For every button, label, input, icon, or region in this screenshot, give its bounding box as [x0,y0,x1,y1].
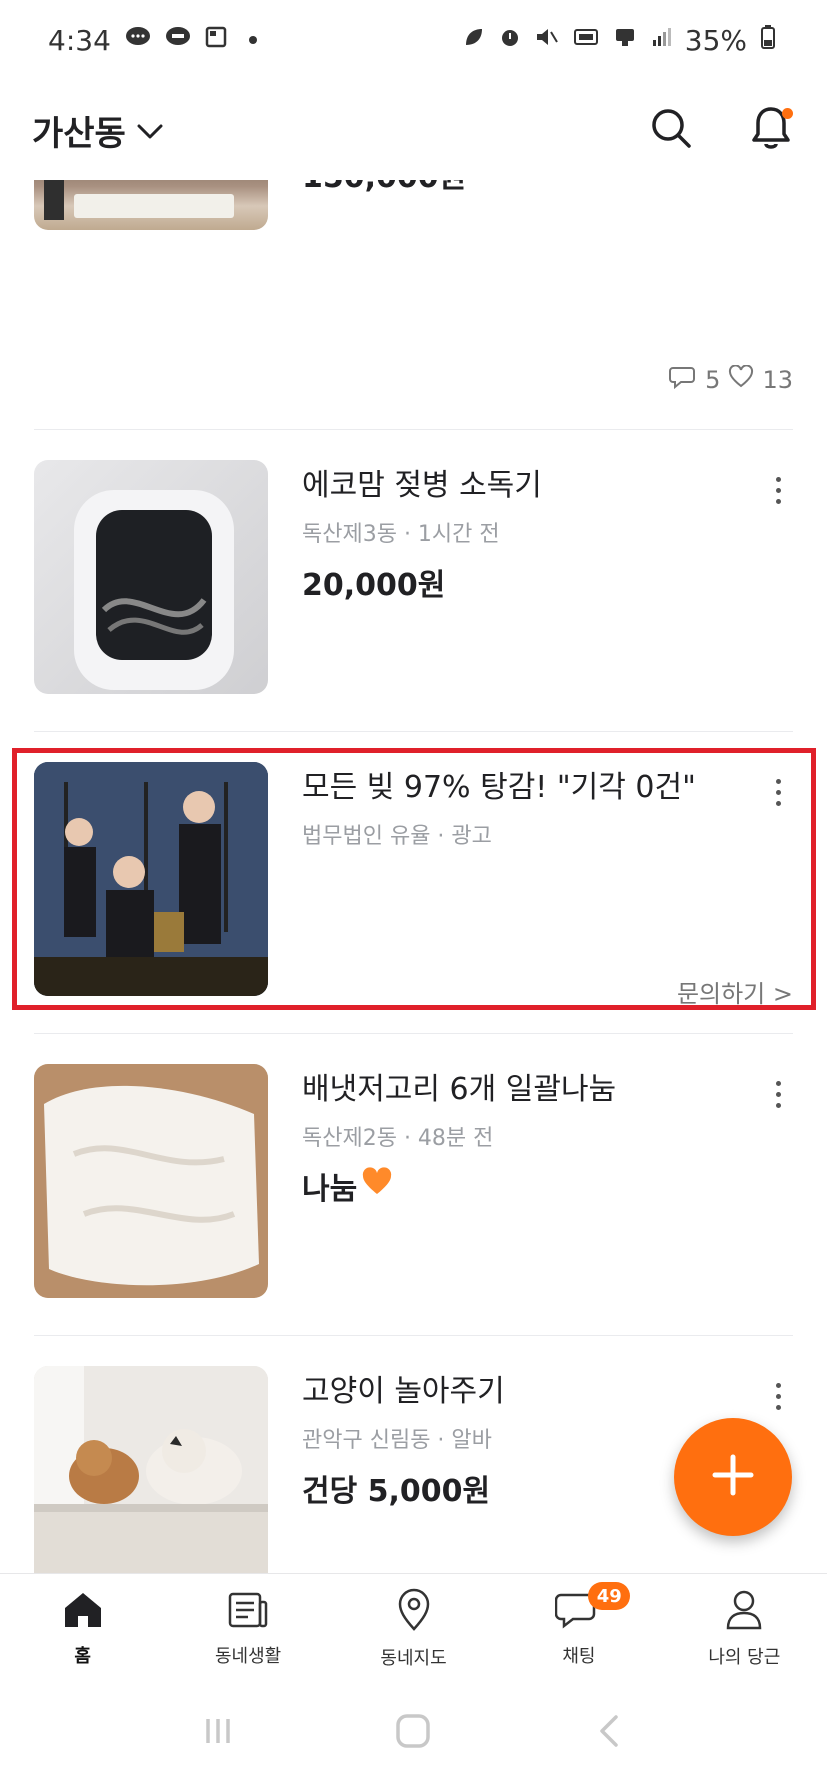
location-label: 가산동 [32,113,126,154]
ad-info: 모든 빚 97% 탕감! "기각 0건" 법무법인 유율 · 광고 문의하기 > [268,762,793,1033]
status-left: 4:34 [48,24,257,57]
status-right: 35% [463,24,775,57]
battery-icon [761,25,775,55]
status-time: 4:34 [48,23,111,57]
item-thumbnail [34,180,268,230]
ad-title: 모든 빚 97% 탕감! "기각 0건" [302,770,696,805]
list-item[interactable]: 배냇저고리 6개 일괄나눔 독산제2동 · 48분 전 나눔 [34,1034,793,1336]
item-title: 고양이 놀아주기 [302,1374,505,1409]
list-item[interactable]: 에코맘 젖병 소독기 독산제3동 · 1시간 전 20,000원 [34,430,793,732]
chevron-down-icon [136,110,164,150]
community-icon [226,1590,270,1634]
nav-chat[interactable]: 49 채팅 [496,1574,661,1683]
item-title: 에코맘 젖병 소독기 [302,468,542,503]
nav-label: 홈 [74,1645,91,1667]
like-count: 13 [762,366,793,394]
plus-icon [711,1453,755,1501]
item-info: 에코맘 젖병 소독기 독산제3동 · 1시간 전 20,000원 [268,460,793,731]
feed-scroll-content: 150,000원 5 13 에코맘 젖병 소독기 [0,180,827,1573]
search-button[interactable] [647,106,695,154]
profile-icon [724,1589,764,1635]
wifi-icon [613,26,637,54]
item-meta: 독산제3동 · 1시간 전 [302,522,500,547]
item-thumbnail [34,1064,268,1298]
message-icon [125,26,151,54]
more-options-button[interactable] [763,1072,793,1116]
notification-badge-dot [782,108,793,119]
home-system-button[interactable] [383,1703,443,1763]
item-info: 150,000원 5 13 [268,180,793,429]
list-item[interactable]: 150,000원 5 13 [34,180,793,430]
item-price-row: 나눔 [302,1164,783,1208]
item-price: 나눔 [302,1172,358,1207]
ad-thumbnail [34,762,268,996]
recents-button[interactable] [188,1703,248,1763]
more-options-button[interactable] [763,1374,793,1418]
notification-dot-icon [248,36,257,44]
nav-label: 채팅 [562,1645,596,1667]
map-pin-icon [394,1588,434,1636]
status-bar: 4:34 35% [0,0,827,80]
gallery-icon [205,26,227,54]
nav-label: 동네지도 [380,1647,447,1669]
signal-icon [651,26,671,54]
item-meta: 독산제2동 · 48분 전 [302,1126,494,1151]
heart-icon [728,364,754,395]
bottom-nav: 홈 동네생활 동네지도 49 채팅 나의 당근 [0,1573,827,1683]
item-thumbnail [34,460,268,694]
lte-icon [573,26,599,54]
ad-meta: 법무법인 유율 · 광고 [302,824,492,849]
item-stats: 5 13 [669,364,793,395]
nav-profile[interactable]: 나의 당근 [662,1574,827,1683]
item-thumbnail [34,1366,268,1573]
write-post-fab[interactable] [674,1418,792,1536]
notification-button[interactable] [747,106,795,154]
talk-icon [165,26,191,54]
item-price: 150,000원 [302,180,783,196]
chat-bubble-icon [669,365,697,395]
search-icon [649,106,693,154]
more-options-button[interactable] [763,770,793,814]
feed-list[interactable]: 150,000원 5 13 에코맘 젖병 소독기 [0,180,827,1573]
battery-percent: 35% [684,23,747,57]
app-header: 가산동 [0,80,827,180]
recents-icon [200,1713,236,1753]
alarm-icon [499,26,521,54]
back-chevron-icon [594,1711,624,1755]
chat-unread-badge: 49 [588,1582,631,1610]
orange-heart-icon [361,1167,393,1205]
nav-home[interactable]: 홈 [0,1574,165,1683]
nav-map[interactable]: 동네지도 [331,1574,496,1683]
system-nav-bar [0,1683,827,1783]
more-options-button[interactable] [763,468,793,512]
home-square-icon [393,1711,433,1755]
item-info: 배냇저고리 6개 일괄나눔 독산제2동 · 48분 전 나눔 [268,1064,793,1335]
item-title: 배냇저고리 6개 일괄나눔 [302,1072,617,1107]
list-item-ad[interactable]: 모든 빚 97% 탕감! "기각 0건" 법무법인 유율 · 광고 문의하기 > [12,732,816,1034]
nav-label: 나의 당근 [708,1646,781,1668]
item-price: 20,000원 [302,568,446,603]
chat-count: 5 [705,366,721,394]
nav-community[interactable]: 동네생활 [165,1574,330,1683]
inquiry-link[interactable]: 문의하기 > [677,974,793,1009]
location-selector[interactable]: 가산동 [32,106,164,155]
back-button[interactable] [579,1703,639,1763]
leaf-icon [463,26,485,54]
nav-label: 동네생활 [214,1645,282,1667]
header-actions [647,106,795,154]
home-icon [61,1590,105,1634]
mute-icon [535,26,559,54]
